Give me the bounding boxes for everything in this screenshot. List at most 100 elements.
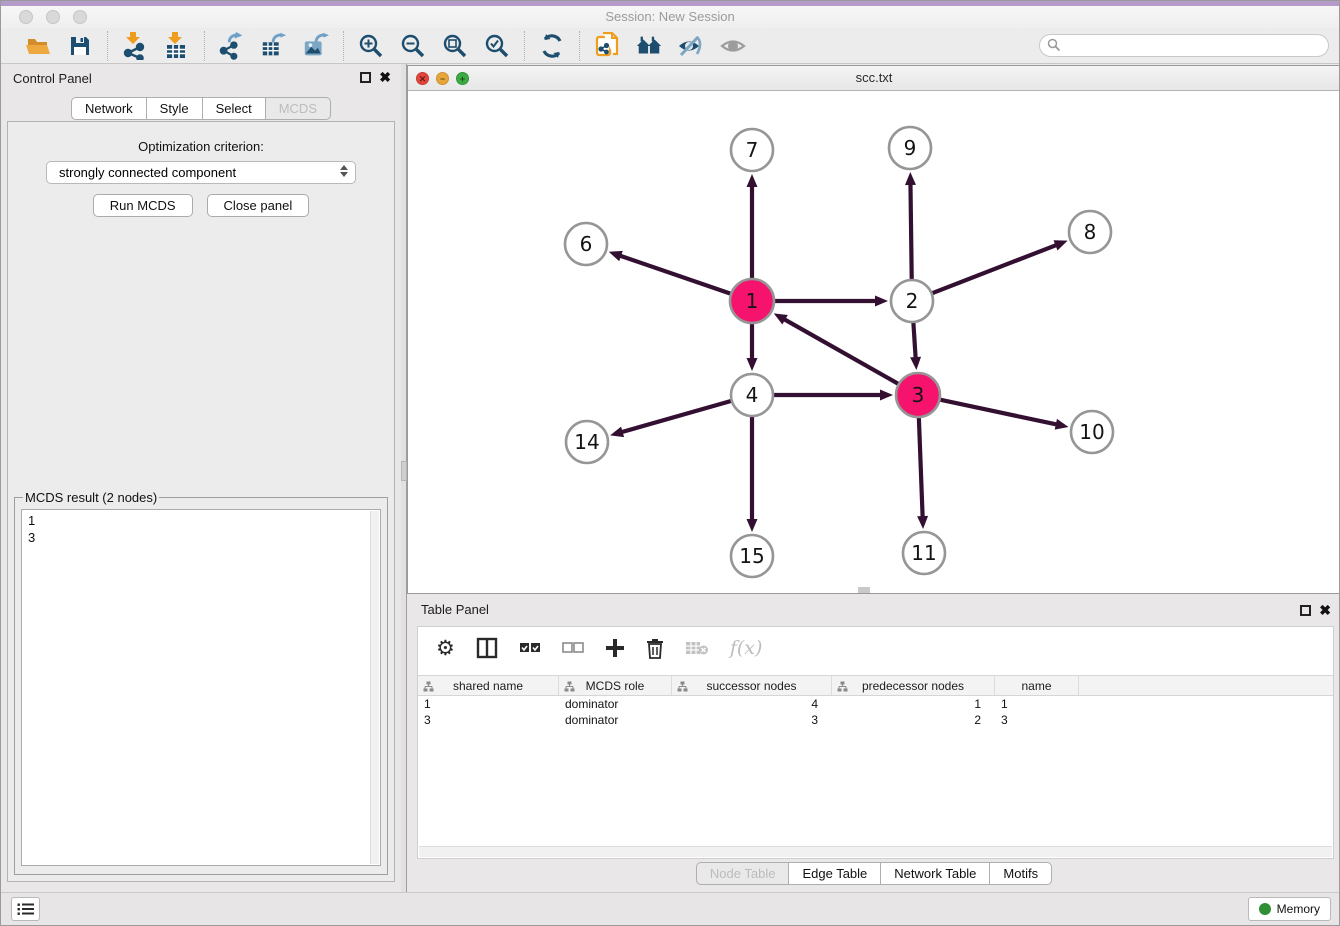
export-table-icon[interactable] xyxy=(260,32,288,60)
network-view-title: scc.txt xyxy=(408,70,1340,85)
zoom-fit-icon[interactable] xyxy=(441,32,469,60)
tab-select[interactable]: Select xyxy=(202,97,265,120)
table-row[interactable]: 1dominator411 xyxy=(418,696,1333,712)
cell-name[interactable]: 1 xyxy=(995,696,1079,712)
mcds-result-list[interactable]: 13 xyxy=(21,509,381,866)
tab-mcds[interactable]: MCDS xyxy=(265,97,331,120)
node-table: shared name MCDS rolesuccessor nodes prede… xyxy=(418,675,1333,728)
run-mcds-button[interactable]: Run MCDS xyxy=(93,194,193,217)
edge-1-6[interactable] xyxy=(619,255,731,293)
edge-2-8[interactable] xyxy=(932,245,1058,294)
column-header-name[interactable]: name xyxy=(995,676,1079,695)
edge-3-11[interactable] xyxy=(919,417,923,518)
save-session-icon[interactable] xyxy=(66,32,94,60)
select-all-icon[interactable] xyxy=(519,641,541,655)
delete-column-icon[interactable] xyxy=(646,638,664,659)
tab-network-table[interactable]: Network Table xyxy=(880,862,989,885)
cell-MCDS-role[interactable]: dominator xyxy=(559,696,672,712)
table-panel-tabs: Node TableEdge TableNetwork TableMotifs xyxy=(407,862,1340,885)
close-panel-button[interactable]: Close panel xyxy=(207,194,310,217)
edge-arrowhead xyxy=(747,358,758,371)
node-table-container: ⚙ f(x) xyxy=(417,626,1334,859)
network-view-titlebar[interactable]: ✕ − + scc.txt xyxy=(408,66,1340,91)
table-hscrollbar[interactable] xyxy=(419,846,1332,857)
task-history-button[interactable] xyxy=(11,897,40,921)
edge-2-9[interactable] xyxy=(910,183,911,280)
memory-label: Memory xyxy=(1277,902,1320,916)
import-table-icon[interactable] xyxy=(163,32,191,60)
first-neighbors-icon[interactable] xyxy=(635,32,663,60)
edge-3-10[interactable] xyxy=(940,400,1058,425)
close-table-panel-icon[interactable]: ✖ xyxy=(1319,605,1331,616)
edge-2-3[interactable] xyxy=(913,322,915,359)
search-input[interactable] xyxy=(1039,34,1329,57)
column-header-successor-nodes[interactable]: successor nodes xyxy=(672,676,832,695)
result-line: 3 xyxy=(28,529,380,546)
tab-network[interactable]: Network xyxy=(71,97,146,120)
node-label-15: 15 xyxy=(739,544,764,568)
mcds-panel: Optimization criterion: strongly connect… xyxy=(7,121,395,882)
zoom-selected-icon[interactable] xyxy=(483,32,511,60)
result-scrollbar[interactable] xyxy=(370,511,379,864)
cell-MCDS-role[interactable]: dominator xyxy=(559,712,672,728)
criterion-select[interactable]: strongly connected component xyxy=(46,161,356,184)
column-header-predecessor-nodes[interactable]: predecessor nodes xyxy=(832,676,995,695)
main-toolbar xyxy=(1,28,1339,64)
show-column-icon[interactable] xyxy=(476,637,498,659)
cell-name[interactable]: 3 xyxy=(995,712,1079,728)
search-field[interactable] xyxy=(1039,34,1329,57)
tab-node-table[interactable]: Node Table xyxy=(696,862,789,885)
new-network-icon[interactable] xyxy=(593,32,621,60)
edge-arrowhead xyxy=(905,172,916,185)
edge-4-14[interactable] xyxy=(621,401,732,433)
edge-arrowhead xyxy=(747,519,758,532)
add-column-icon[interactable] xyxy=(605,638,625,658)
cell-shared-name[interactable]: 1 xyxy=(418,696,559,712)
export-image-icon[interactable] xyxy=(302,32,330,60)
column-label: predecessor nodes xyxy=(862,679,964,693)
tab-style[interactable]: Style xyxy=(146,97,202,120)
control-panel: Control Panel ✖ NetworkStyleSelectMCDS O… xyxy=(1,64,401,894)
close-panel-icon[interactable]: ✖ xyxy=(379,72,391,83)
function-builder-icon: f(x) xyxy=(730,637,763,659)
zoom-in-icon[interactable] xyxy=(357,32,385,60)
table-settings-icon[interactable]: ⚙ xyxy=(436,638,455,659)
apply-layout-icon[interactable] xyxy=(538,32,566,60)
canvas-splitter-grip[interactable] xyxy=(858,587,870,593)
mcds-result-title: MCDS result (2 nodes) xyxy=(23,490,159,505)
tree-column-icon xyxy=(564,681,575,695)
show-all-icon[interactable] xyxy=(719,32,747,60)
column-header-MCDS-role[interactable]: MCDS role xyxy=(559,676,672,695)
edge-arrowhead xyxy=(875,296,888,307)
network-canvas[interactable]: 7968124314101511 xyxy=(408,92,1340,593)
table-panel: Table Panel ✖ ⚙ xyxy=(407,594,1340,894)
result-line: 1 xyxy=(28,512,380,529)
export-network-icon[interactable] xyxy=(218,32,246,60)
cell-predecessor-nodes[interactable]: 1 xyxy=(832,696,995,712)
deselect-all-icon[interactable] xyxy=(562,641,584,655)
tab-motifs[interactable]: Motifs xyxy=(989,862,1052,885)
open-file-icon[interactable] xyxy=(24,32,52,60)
column-label: shared name xyxy=(453,679,523,693)
node-label-4: 4 xyxy=(746,383,759,407)
edge-arrowhead xyxy=(1055,419,1069,430)
delete-table-icon xyxy=(685,639,709,657)
float-table-panel-icon[interactable] xyxy=(1300,605,1311,616)
node-label-14: 14 xyxy=(574,430,599,454)
column-header-shared-name[interactable]: shared name xyxy=(418,676,559,695)
cell-successor-nodes[interactable]: 4 xyxy=(672,696,832,712)
tab-edge-table[interactable]: Edge Table xyxy=(788,862,880,885)
cell-successor-nodes[interactable]: 3 xyxy=(672,712,832,728)
cell-predecessor-nodes[interactable]: 2 xyxy=(832,712,995,728)
import-network-icon[interactable] xyxy=(121,32,149,60)
cell-shared-name[interactable]: 3 xyxy=(418,712,559,728)
table-row[interactable]: 3dominator323 xyxy=(418,712,1333,728)
network-graph[interactable]: 7968124314101511 xyxy=(408,92,1340,594)
hide-selected-icon[interactable] xyxy=(677,32,705,60)
memory-button[interactable]: Memory xyxy=(1248,897,1331,921)
tree-column-icon xyxy=(677,681,688,695)
mcds-result-fieldset: MCDS result (2 nodes) 13 xyxy=(14,490,388,875)
zoom-out-icon[interactable] xyxy=(399,32,427,60)
edge-3-1[interactable] xyxy=(783,319,899,384)
float-panel-icon[interactable] xyxy=(360,72,371,83)
